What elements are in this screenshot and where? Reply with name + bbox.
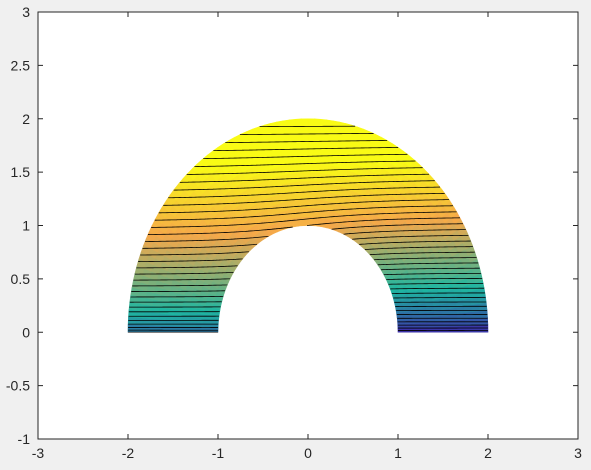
x-tick-label: 3 — [574, 445, 582, 461]
surface-cell — [318, 136, 326, 147]
surface-cell — [457, 325, 466, 333]
surface-cell — [312, 145, 320, 156]
surface-cell — [302, 154, 309, 164]
surface-cell — [307, 189, 313, 200]
surface-cell — [157, 319, 167, 327]
y-tick-label: -0.5 — [6, 378, 30, 394]
surface-cell — [307, 145, 314, 155]
surface-cell — [311, 198, 317, 209]
surface-cell — [405, 327, 414, 333]
y-tick-label: 3 — [22, 4, 30, 20]
surface-cell — [307, 198, 313, 209]
surface-cell — [143, 311, 152, 320]
y-tick-label: 0 — [22, 324, 30, 340]
surface-cell — [450, 325, 459, 333]
surface-cell — [313, 127, 321, 138]
y-tick-label: 2 — [22, 111, 30, 127]
x-tick-label: -2 — [122, 445, 135, 461]
surface-cell — [302, 145, 309, 155]
surface-cell — [318, 145, 325, 156]
surface-cell — [307, 216, 312, 226]
surface-cell — [427, 321, 436, 328]
surface-cell — [325, 119, 334, 130]
surface-cell — [442, 326, 451, 333]
surface-cell — [319, 127, 327, 138]
surface-cell — [157, 325, 166, 333]
surface-cell — [301, 136, 309, 146]
surface-cell — [319, 118, 328, 130]
surface-cell — [480, 324, 489, 333]
surface-cell — [289, 127, 297, 138]
surface-cell — [295, 127, 303, 138]
surface-cell — [180, 316, 189, 323]
surface-cell — [465, 325, 474, 333]
surface-cell — [158, 313, 167, 321]
surface-cell — [302, 171, 309, 182]
y-tick-label: -1 — [18, 431, 31, 447]
x-tick-label: -3 — [32, 445, 45, 461]
surface-cell — [307, 171, 314, 182]
surface-cell — [142, 318, 152, 327]
x-tick-label: 0 — [304, 445, 312, 461]
x-tick-labels: -3 -2 -1 0 1 2 3 — [32, 445, 582, 461]
y-tick-label: 1 — [22, 218, 30, 234]
surface-cell — [303, 189, 309, 200]
surface-cell — [127, 324, 136, 333]
x-tick-label: 1 — [394, 445, 402, 461]
surface-cell — [210, 323, 219, 329]
surface-cell — [187, 321, 197, 328]
surface-cell — [307, 180, 313, 191]
surface-cell — [312, 163, 319, 173]
surface-cell — [324, 137, 332, 148]
surface-cell — [472, 324, 481, 333]
x-tick-label: 2 — [484, 445, 492, 461]
surface-cell — [301, 127, 309, 137]
surface-cell — [307, 154, 314, 164]
y-tick-labels: -1 -0.5 0 0.5 1 1.5 2 2.5 3 — [6, 4, 30, 447]
y-tick-label: 2.5 — [11, 57, 31, 73]
surface-cell — [135, 324, 144, 333]
surface-cell — [317, 163, 324, 174]
surface-cell — [136, 303, 145, 313]
surface-cell — [296, 145, 304, 156]
surface-cell — [297, 154, 304, 164]
surface-cell — [303, 198, 309, 209]
surface-cell — [311, 180, 318, 191]
surface-cell — [187, 326, 196, 333]
surface-cell — [165, 320, 174, 327]
surface-cell — [128, 309, 137, 319]
surface-cell — [312, 171, 318, 182]
surface-cell — [479, 309, 488, 319]
surface-cell — [288, 118, 297, 130]
surface-cell — [442, 320, 451, 327]
surface-cell — [307, 127, 315, 137]
y-tick-label: 0.5 — [11, 271, 31, 287]
surface-cell — [316, 181, 322, 192]
surface-cell — [128, 302, 138, 312]
surface-cell — [435, 326, 444, 333]
x-tick-label: -1 — [212, 445, 225, 461]
surface-cell — [150, 325, 159, 333]
figure: -3 -2 -1 0 1 2 3 -1 -0.5 0 0.5 1 1.5 2 2.5 3 — [6, 4, 582, 461]
y-tick-label: 1.5 — [11, 164, 31, 180]
surface-cell — [142, 325, 151, 333]
